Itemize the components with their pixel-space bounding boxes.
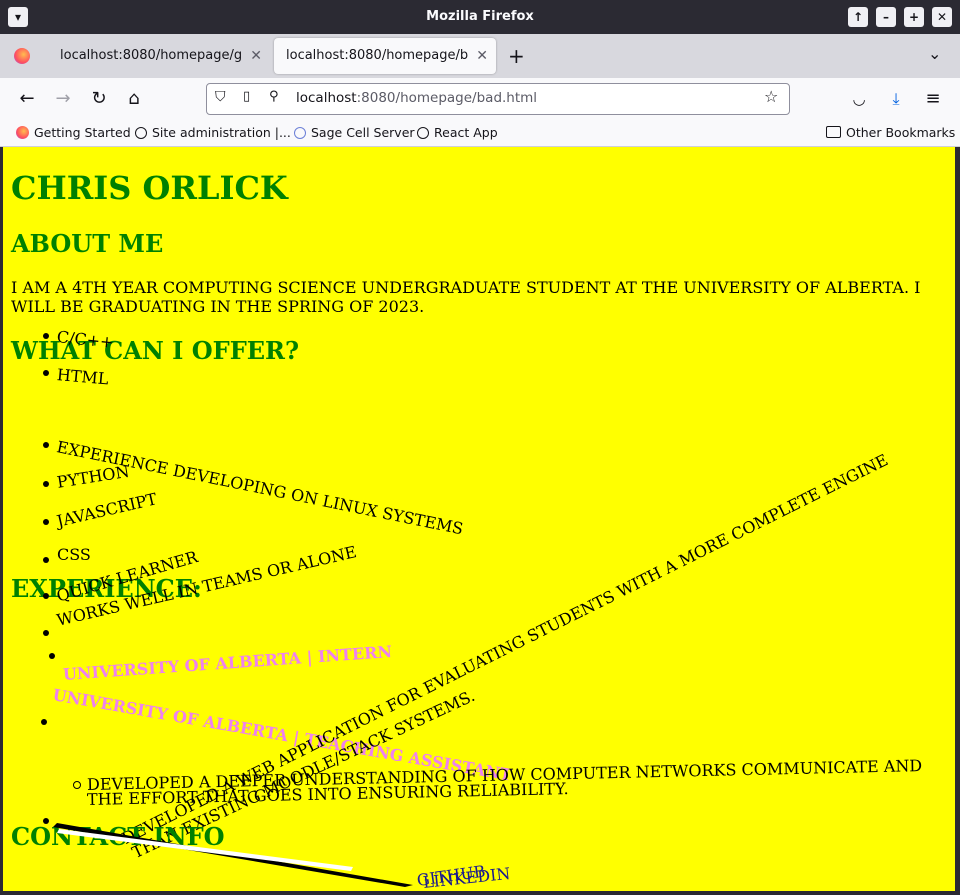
bookmark-label: Sage Cell Server [311, 125, 415, 140]
bookmark-label: Getting Started [34, 125, 131, 140]
other-bookmarks-label: Other Bookmarks [846, 125, 956, 140]
list-bullet [43, 630, 49, 636]
firefox-view-icon[interactable] [14, 48, 30, 64]
url-text[interactable]: localhost:8080/homepage/bad.html [296, 90, 537, 106]
globe-icon [135, 127, 147, 139]
globe-icon [417, 127, 429, 139]
page-icon: ▯ [243, 89, 251, 104]
bookmarks-toolbar: Getting Started Site administration |...… [0, 120, 960, 147]
job-intern: UNIVERSITY OF ALBERTA | INTERN [62, 642, 393, 684]
page-title: CHRIS ORLICK [11, 169, 288, 207]
tab-label: localhost:8080/homepage/bad.html [286, 48, 468, 63]
window-minimize-button[interactable]: – [876, 7, 896, 27]
list-all-tabs-button[interactable]: ⌄ [928, 44, 941, 63]
close-icon[interactable]: ✕ [476, 38, 488, 74]
list-bullet [43, 519, 49, 525]
tab-good[interactable]: localhost:8080/homepage/good.html ✕ [48, 38, 270, 74]
bookmark-label: Site administration |... [152, 125, 291, 140]
bookmark-react-app[interactable]: React App [417, 125, 498, 140]
bookmark-sage-cell[interactable]: Sage Cell Server [294, 125, 415, 140]
window-maximize-button[interactable]: + [904, 7, 924, 27]
skill-css: CSS [57, 545, 91, 564]
skill-linux: EXPERIENCE DEVELOPING ON LINUX SYSTEMS [55, 437, 465, 539]
folder-icon [826, 126, 841, 138]
forward-button[interactable]: → [50, 86, 76, 112]
offer-heading: WHAT CAN I OFFER? [11, 336, 300, 365]
skill-javascript: JAVASCRIPT [54, 489, 159, 531]
list-circle [73, 781, 81, 789]
window-close-button[interactable]: ✕ [932, 7, 952, 27]
url-bar[interactable]: ⛉ ▯ ⚲ localhost:8080/homepage/bad.html ☆ [206, 83, 790, 115]
home-button[interactable]: ⌂ [121, 86, 147, 112]
list-bullet [43, 557, 49, 563]
window-raise-button[interactable]: ↑ [848, 7, 868, 27]
back-button[interactable]: ← [14, 86, 40, 112]
shield-icon[interactable]: ⛉ [215, 89, 226, 105]
bookmark-site-administration[interactable]: Site administration |... [135, 125, 291, 140]
about-heading: ABOUT ME [11, 229, 164, 258]
close-icon[interactable]: ✕ [250, 38, 262, 74]
list-bullet [43, 481, 49, 487]
page-content: CHRIS ORLICK ABOUT ME I AM A 4TH YEAR CO… [3, 147, 955, 891]
list-bullet [43, 370, 49, 376]
list-bullet [49, 653, 55, 659]
list-bullet [43, 818, 49, 824]
about-text-line-2: WILL BE GRADUATING IN THE SPRING OF 2023… [11, 297, 425, 316]
skill-python: PYTHON [55, 461, 131, 492]
other-bookmarks[interactable]: Other Bookmarks [826, 125, 955, 140]
menu-icon[interactable]: ≡ [920, 86, 946, 112]
tab-bad[interactable]: localhost:8080/homepage/bad.html ✕ [274, 38, 496, 74]
pocket-icon[interactable]: ◡ [846, 86, 872, 112]
firefox-icon [16, 126, 29, 139]
bookmark-star-icon[interactable]: ☆ [764, 87, 778, 106]
url-path: :8080/homepage/bad.html [356, 90, 538, 106]
tab-strip: localhost:8080/homepage/good.html ✕ loca… [0, 34, 960, 78]
reload-button[interactable]: ↻ [86, 86, 112, 112]
bookmark-label: React App [434, 125, 498, 140]
url-host: localhost [296, 90, 357, 106]
list-bullet [43, 442, 49, 448]
list-bullet [41, 719, 47, 725]
window-titlebar: ▾ Mozilla Firefox ↑ – + ✕ [0, 0, 960, 34]
navigation-bar: ← → ↻ ⌂ ⛉ ▯ ⚲ localhost:8080/homepage/ba… [0, 78, 960, 120]
contact-skewed-graphic [53, 823, 413, 887]
window-title: Mozilla Firefox [426, 9, 534, 24]
permissions-icon[interactable]: ⚲ [269, 89, 279, 104]
list-bullet [43, 333, 49, 339]
list-bullet [43, 593, 49, 599]
bookmark-getting-started[interactable]: Getting Started [16, 125, 131, 140]
sage-icon [294, 127, 306, 139]
skill-html: HTML [56, 365, 110, 389]
downloads-icon[interactable]: ⤓ [883, 86, 909, 112]
new-tab-button[interactable]: + [508, 44, 525, 68]
tab-label: localhost:8080/homepage/good.html [60, 48, 242, 63]
about-text-line-1: I AM A 4TH YEAR COMPUTING SCIENCE UNDERG… [11, 278, 921, 297]
